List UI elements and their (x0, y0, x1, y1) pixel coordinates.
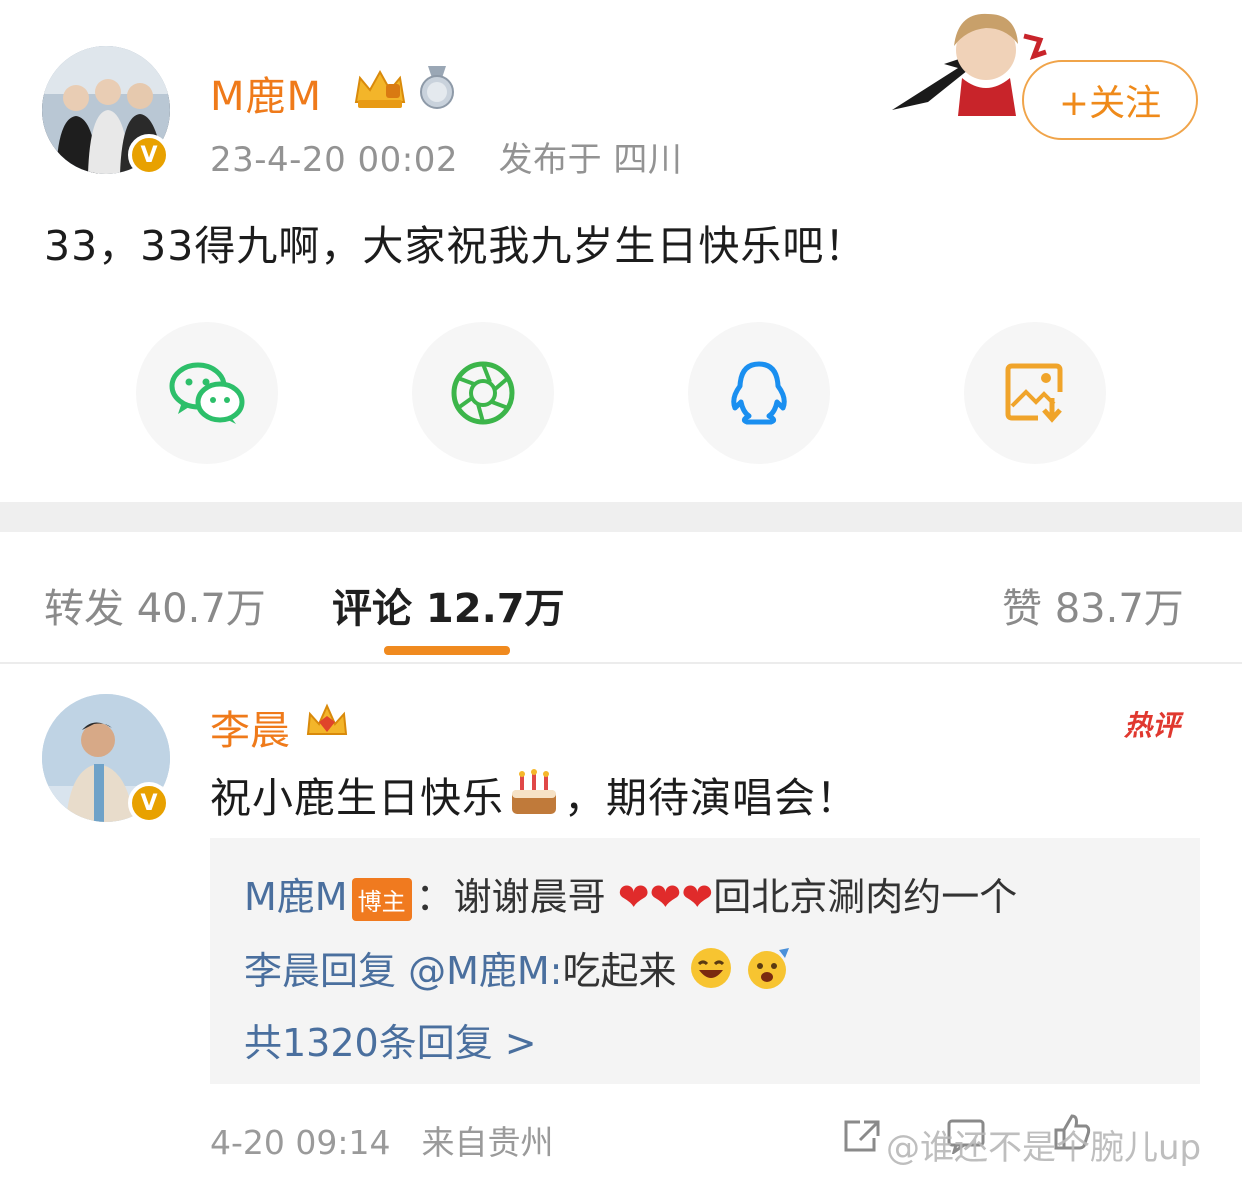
blogger-tag: 博主 (351, 878, 412, 921)
heart-emoji-icon: ❤ (681, 875, 714, 919)
comment-text-part1: 祝小鹿生日快乐 (210, 774, 504, 822)
post-datetime: 23-4-20 00:02 (210, 140, 458, 180)
post-location: 发布于 四川 (498, 140, 683, 180)
comment-text: 祝小鹿生日快乐 ，期待演唱会！ (210, 764, 1210, 828)
share-wechat-button[interactable] (136, 322, 278, 464)
reply-text: 吃起来 (562, 949, 677, 993)
save-image-icon (1005, 363, 1063, 423)
reply-author-link[interactable]: M鹿M (244, 875, 348, 919)
heart-emoji-icon: ❤ (649, 875, 682, 919)
commenter-verified-icon: V (128, 782, 170, 824)
view-all-replies-link[interactable]: 共1320条回复 > (244, 1012, 537, 1067)
hot-comment-badge: 热评 (1124, 709, 1181, 742)
watermark: @谁还不是个腕儿up (886, 1128, 1202, 1168)
cake-emoji-icon (508, 768, 560, 828)
post-author-name[interactable]: M鹿M (210, 64, 322, 122)
moments-icon (451, 361, 515, 425)
tabs-bottom-divider (0, 662, 1242, 664)
tab-reposts[interactable]: 转发 40.7万 (44, 576, 266, 634)
follow-button[interactable]: +关注 (1022, 60, 1198, 140)
crown-badge-icon (354, 69, 406, 108)
comment-source: 来自贵州 (421, 1123, 554, 1162)
qq-icon (731, 361, 787, 425)
comment-text-part2: ，期待演唱会！ (564, 774, 858, 822)
post-meta: 23-4-20 00:02 发布于 四川 (210, 132, 682, 181)
comment-meta: 4-20 09:14 来自贵州 (210, 1116, 554, 1164)
reply-text-part2: 回北京涮肉约一个 (713, 875, 1018, 919)
heart-emoji-icon: ❤ (617, 875, 650, 919)
reply-item-2[interactable]: 李晨回复 @M鹿M:吃起来 (244, 940, 791, 999)
verified-badge-icon: V (128, 134, 170, 176)
follow-label: +关注 (1058, 83, 1162, 124)
cheering-emoji-icon (745, 946, 791, 999)
active-tab-indicator (384, 646, 510, 655)
share-comment-icon[interactable] (842, 1118, 882, 1154)
wechat-icon (169, 362, 245, 424)
reply-item-1[interactable]: M鹿M 博主 ：谢谢晨哥 ❤❤❤回北京涮肉约一个 (244, 866, 1184, 921)
tab-likes[interactable]: 赞 83.7万 (1002, 576, 1184, 634)
post-body-text: 33，33得九啊，大家祝我九岁生日快乐吧！ (44, 222, 867, 270)
reply-author-link[interactable]: 李晨回复 @M鹿M: (244, 949, 562, 993)
reply-text-part1: ：谢谢晨哥 (415, 875, 606, 919)
laughing-emoji-icon (689, 946, 733, 999)
medal-badge-icon (420, 66, 454, 109)
comment-time: 4-20 09:14 (210, 1123, 391, 1162)
share-qq-button[interactable] (688, 322, 830, 464)
save-image-button[interactable] (964, 322, 1106, 464)
tab-comments[interactable]: 评论 12.7万 (332, 576, 565, 634)
commenter-name[interactable]: 李晨 (210, 698, 290, 756)
section-divider (0, 502, 1242, 532)
crown-badge-icon (306, 703, 348, 735)
share-moments-button[interactable] (412, 322, 554, 464)
